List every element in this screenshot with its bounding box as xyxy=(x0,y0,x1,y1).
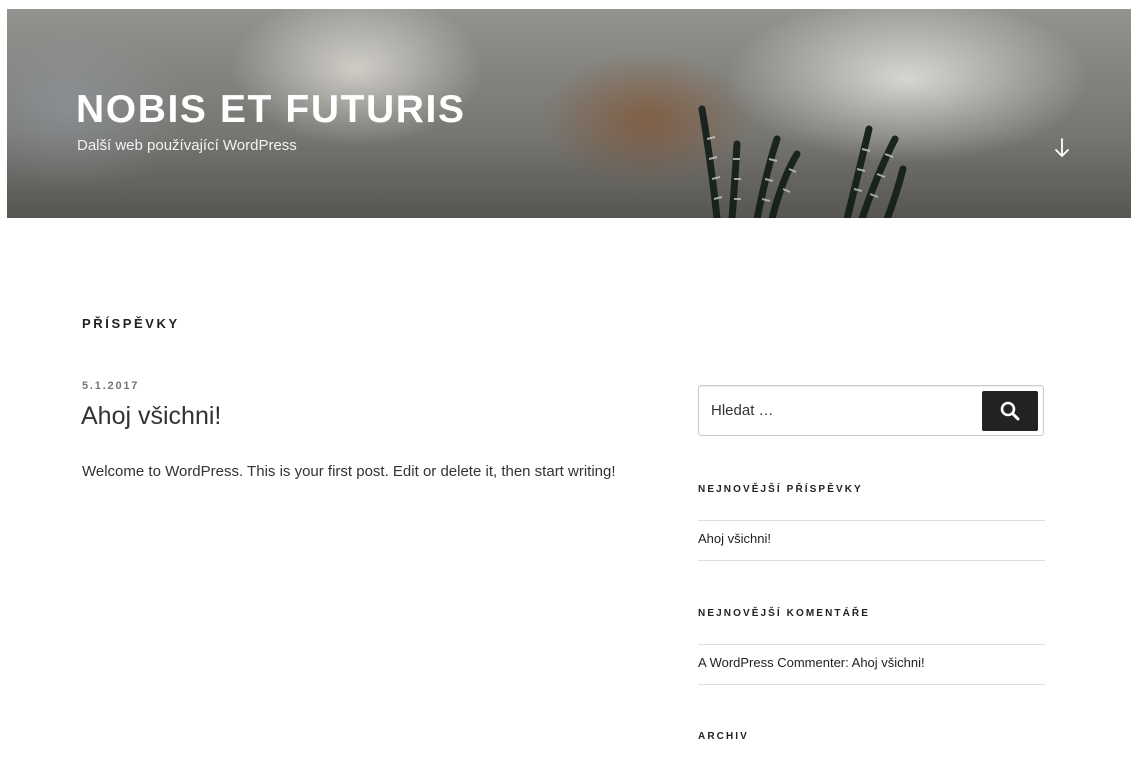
recent-comments-list: A WordPress Commenter: Ahoj všichni! xyxy=(698,644,1045,685)
search-button[interactable] xyxy=(982,391,1038,431)
recent-comment-link[interactable]: A WordPress Commenter: Ahoj všichni! xyxy=(698,645,1045,684)
post-content: Welcome to WordPress. This is your first… xyxy=(82,463,616,480)
site-title[interactable]: NOBIS ET FUTURIS xyxy=(76,88,466,132)
post-title[interactable]: Ahoj všichni! xyxy=(81,402,221,431)
recent-post-link[interactable]: Ahoj všichni! xyxy=(698,521,1045,560)
search-icon xyxy=(1000,401,1020,421)
recent-comments-title: NEJNOVĚJŠÍ KOMENTÁŘE xyxy=(698,608,871,619)
archive-title: ARCHIV xyxy=(698,731,749,742)
site-description: Další web používající WordPress xyxy=(77,137,297,154)
arrow-down-icon[interactable] xyxy=(1053,136,1071,160)
search-form xyxy=(698,385,1044,436)
recent-posts-title: NEJNOVĚJŠÍ PŘÍSPĚVKY xyxy=(698,484,863,495)
search-input[interactable] xyxy=(700,387,980,434)
recent-posts-list: Ahoj všichni! xyxy=(698,520,1045,561)
post-date[interactable]: 5.1.2017 xyxy=(82,380,139,392)
page-title: PŘÍSPĚVKY xyxy=(82,316,180,331)
